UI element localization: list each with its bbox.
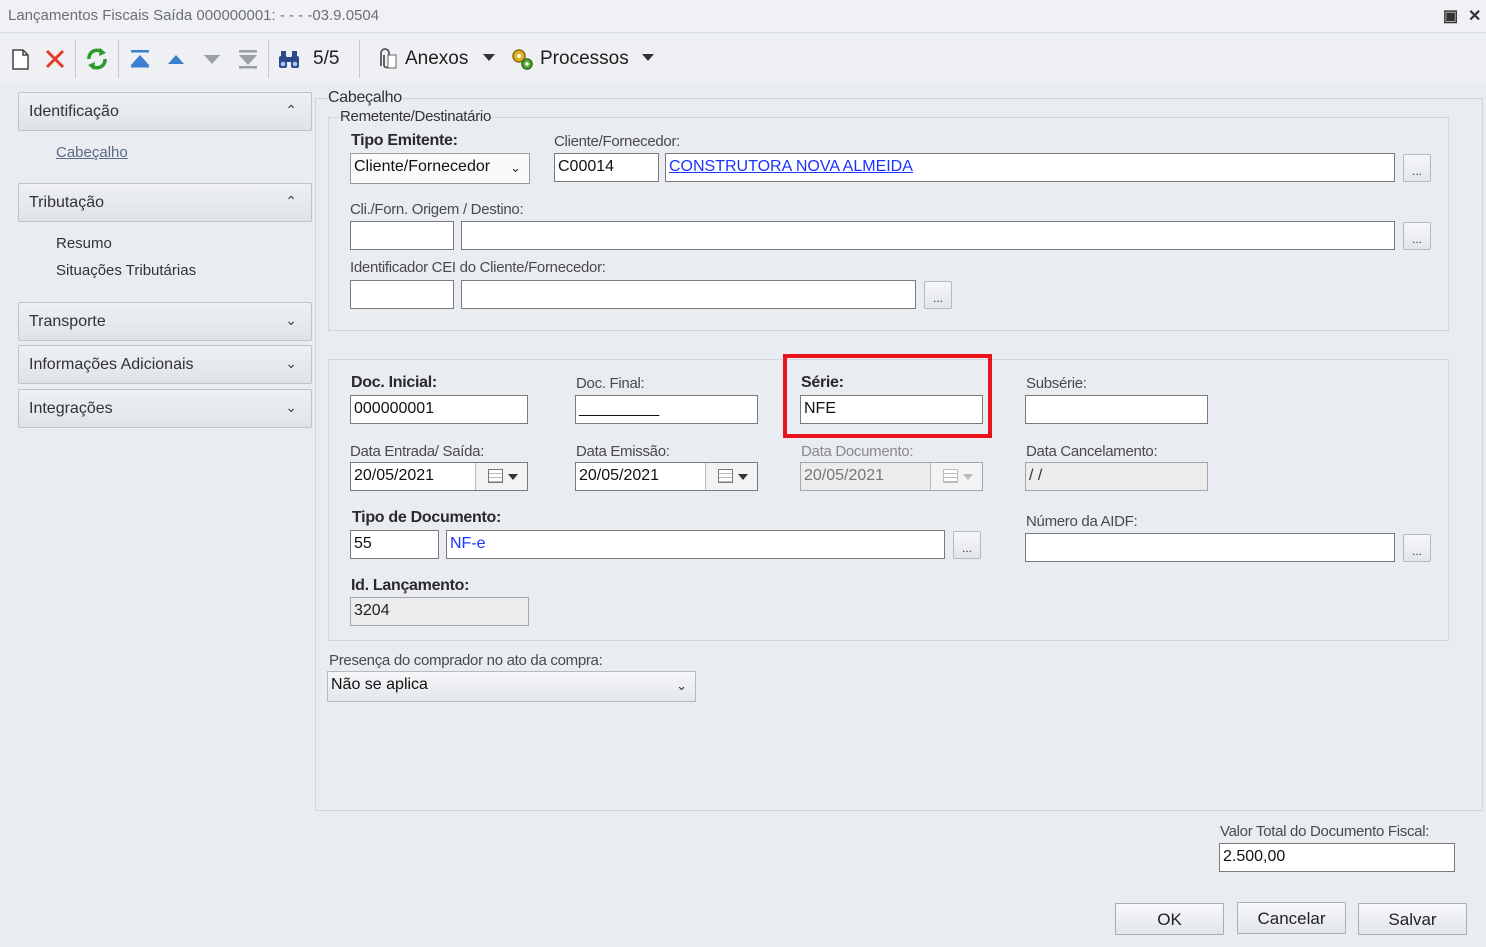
- chevron-down-icon: ⌄: [285, 312, 297, 328]
- group-title: Remetente/Destinatário: [340, 108, 491, 125]
- cancel-button[interactable]: Cancelar: [1237, 902, 1346, 934]
- sidebar-item-resumo[interactable]: Resumo: [56, 235, 112, 252]
- tipo-emitente-select[interactable]: Cliente/Fornecedor ⌄: [350, 153, 530, 184]
- sidebar-item-situacoes-tributarias[interactable]: Situações Tributárias: [56, 262, 196, 279]
- sidebar-group-label: Identificação: [29, 103, 119, 120]
- tipo-emitente-label: Tipo Emitente:: [351, 132, 458, 149]
- doc-inicial-label: Doc. Inicial:: [351, 374, 437, 391]
- data-emissao-input[interactable]: 20/05/2021: [575, 462, 758, 491]
- ok-label: OK: [1157, 910, 1182, 929]
- chevron-up-icon: ⌃: [285, 102, 297, 118]
- subserie-input[interactable]: [1025, 395, 1208, 424]
- cliente-lookup-button[interactable]: ...: [1403, 154, 1431, 182]
- save-button[interactable]: Salvar: [1358, 903, 1467, 935]
- sidebar-group-informacoes-adicionais[interactable]: Informações Adicionais ⌄: [18, 345, 312, 384]
- total-label: Valor Total do Documento Fiscal:: [1220, 823, 1430, 840]
- delete-icon[interactable]: [42, 46, 68, 72]
- first-record-icon[interactable]: [127, 46, 153, 72]
- cei-lookup-button[interactable]: ...: [924, 281, 952, 309]
- tipo-emitente-value: Cliente/Fornecedor: [354, 158, 491, 175]
- cliente-code-input[interactable]: C00014: [554, 153, 659, 182]
- calendar-dropdown-icon: [930, 463, 982, 490]
- cancel-label: Cancelar: [1257, 909, 1326, 928]
- processes-gear-icon[interactable]: [509, 46, 535, 72]
- cei-name-input[interactable]: [461, 280, 916, 309]
- tipo-documento-lookup-button[interactable]: ...: [953, 531, 981, 559]
- save-label: Salvar: [1388, 910, 1437, 929]
- section-title: Cabeçalho: [328, 89, 402, 107]
- ok-button[interactable]: OK: [1115, 903, 1224, 935]
- numero-aidf-input[interactable]: [1025, 533, 1395, 562]
- chevron-down-icon: ⌄: [676, 678, 687, 693]
- origem-label: Cli./Forn. Origem / Destino:: [350, 201, 524, 218]
- refresh-icon[interactable]: [84, 46, 110, 72]
- next-record-icon[interactable]: [199, 46, 225, 72]
- total-input[interactable]: 2.500,00: [1219, 843, 1455, 872]
- origem-lookup-button[interactable]: ...: [1403, 222, 1431, 250]
- numero-aidf-lookup-button[interactable]: ...: [1403, 534, 1431, 562]
- sidebar-group-integracoes[interactable]: Integrações ⌄: [18, 389, 312, 428]
- id-lancamento-label: Id. Lançamento:: [351, 577, 470, 594]
- last-record-icon[interactable]: [235, 46, 261, 72]
- chevron-down-icon: ⌄: [285, 399, 297, 415]
- processes-button[interactable]: Processos: [540, 48, 629, 70]
- calendar-dropdown-icon[interactable]: [705, 463, 757, 490]
- sidebar-group-identificacao[interactable]: Identificação ⌃: [18, 92, 312, 131]
- presenca-label: Presença do comprador no ato da compra:: [329, 652, 603, 669]
- tipo-documento-code-input[interactable]: 55: [350, 530, 439, 559]
- data-entrada-value: 20/05/2021: [354, 467, 435, 484]
- sidebar-group-transporte[interactable]: Transporte ⌄: [18, 302, 312, 341]
- attachments-dropdown-icon[interactable]: [483, 54, 495, 61]
- doc-final-label: Doc. Final:: [576, 375, 645, 392]
- toolbar: 5/5 Anexos Processos: [0, 34, 1486, 84]
- tipo-documento-name-input[interactable]: NF-e: [446, 530, 945, 559]
- data-documento-input: 20/05/2021: [800, 462, 983, 491]
- tipo-documento-label: Tipo de Documento:: [352, 509, 501, 526]
- data-entrada-input[interactable]: 20/05/2021: [350, 462, 528, 491]
- data-cancelamento-input: / /: [1025, 462, 1208, 491]
- origem-name-input[interactable]: [461, 221, 1395, 250]
- cliente-name-link[interactable]: CONSTRUTORA NOVA ALMEIDA: [665, 153, 1395, 182]
- paperclip-icon[interactable]: [373, 46, 399, 72]
- chevron-down-icon: ⌄: [285, 355, 297, 371]
- subserie-label: Subsérie:: [1026, 375, 1087, 392]
- cliente-label: Cliente/Fornecedor:: [554, 133, 681, 150]
- doc-final-input[interactable]: _________: [575, 395, 758, 424]
- data-entrada-label: Data Entrada/ Saída:: [350, 443, 485, 460]
- attachments-button[interactable]: Anexos: [405, 48, 468, 70]
- binoculars-icon[interactable]: [276, 46, 302, 72]
- data-documento-label: Data Documento:: [801, 443, 914, 460]
- data-emissao-value: 20/05/2021: [579, 467, 660, 484]
- id-lancamento-input: 3204: [350, 597, 529, 626]
- sidebar-group-label: Integrações: [29, 400, 113, 417]
- window-title: Lançamentos Fiscais Saída 000000001: - -…: [8, 7, 380, 24]
- title-bar: Lançamentos Fiscais Saída 000000001: - -…: [0, 0, 1486, 33]
- presenca-value: Não se aplica: [331, 676, 428, 693]
- origem-code-input[interactable]: [350, 221, 454, 250]
- numero-aidf-label: Número da AIDF:: [1026, 513, 1138, 530]
- chevron-up-icon: ⌃: [285, 193, 297, 209]
- record-counter: 5/5: [313, 48, 340, 69]
- calendar-dropdown-icon[interactable]: [475, 463, 527, 490]
- processes-dropdown-icon[interactable]: [642, 54, 654, 61]
- sidebar-item-cabecalho[interactable]: Cabeçalho: [56, 144, 128, 161]
- cei-code-input[interactable]: [350, 280, 454, 309]
- data-documento-value: 20/05/2021: [804, 467, 885, 484]
- presenca-select[interactable]: Não se aplica ⌄: [327, 671, 696, 702]
- doc-inicial-input[interactable]: 000000001: [350, 395, 528, 424]
- previous-record-icon[interactable]: [163, 46, 189, 72]
- sidebar-group-label: Informações Adicionais: [29, 356, 194, 373]
- window-close-icon[interactable]: ✕: [1468, 6, 1481, 26]
- sidebar-group-tributacao[interactable]: Tributação ⌃: [18, 183, 312, 222]
- data-cancelamento-label: Data Cancelamento:: [1026, 443, 1158, 460]
- sidebar-group-label: Tributação: [29, 194, 104, 211]
- serie-highlight-box: [783, 354, 992, 438]
- cei-label: Identificador CEI do Cliente/Fornecedor:: [350, 259, 606, 276]
- chevron-down-icon: ⌄: [510, 160, 521, 175]
- new-document-icon[interactable]: [7, 46, 33, 72]
- data-emissao-label: Data Emissão:: [576, 443, 670, 460]
- window-restore-icon[interactable]: ▣: [1443, 6, 1458, 26]
- sidebar-group-label: Transporte: [29, 313, 106, 330]
